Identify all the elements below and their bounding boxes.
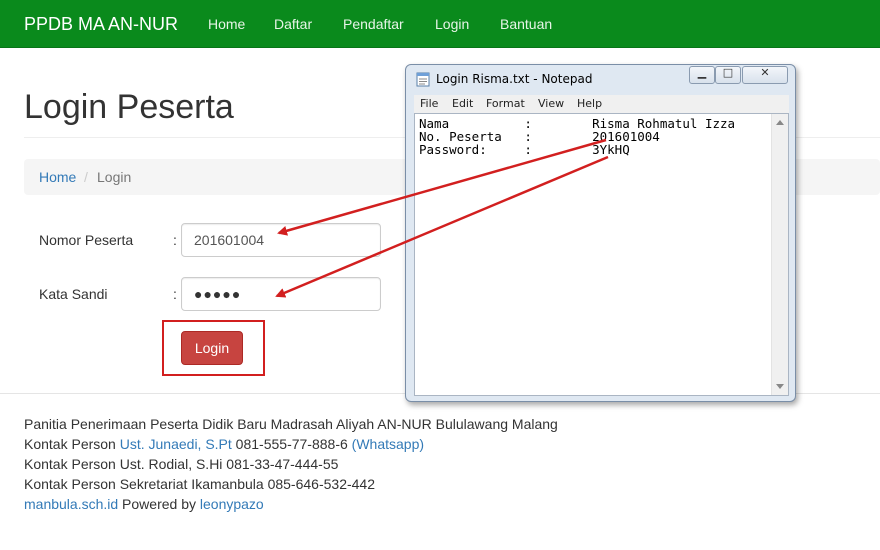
close-button[interactable]: ✕ [742, 66, 788, 84]
footer-contact-1-prefix: Kontak Person [24, 436, 120, 452]
menu-format[interactable]: Format [486, 97, 525, 110]
maximize-icon: □ [722, 66, 734, 79]
powered-by-text: Powered by [118, 496, 200, 512]
breadcrumb-current: Login [97, 169, 132, 185]
nomor-peserta-input[interactable] [181, 223, 381, 257]
nav-item-bantuan[interactable]: Bantuan [500, 16, 552, 32]
notepad-window: Login Risma.txt - Notepad ▁ □ ✕ File Edi… [405, 64, 796, 402]
whatsapp-link[interactable]: (Whatsapp) [352, 436, 424, 452]
notepad-scrollbar[interactable] [771, 114, 788, 395]
footer-credits: manbula.sch.id Powered by leonypazo [24, 496, 264, 512]
notepad-line-password: Password: : 3YkHQ [419, 142, 630, 157]
nomor-peserta-label: Nomor Peserta [39, 232, 134, 248]
nav-item-pendaftar[interactable]: Pendaftar [343, 16, 404, 32]
footer-contact-1-phone: 081-555-77-888-6 [231, 436, 352, 452]
footer-contact-3: Kontak Person Sekretariat Ikamanbula 085… [24, 476, 375, 492]
sandi-colon: : [173, 286, 177, 302]
nav-item-login[interactable]: Login [435, 16, 469, 32]
menu-edit[interactable]: Edit [452, 97, 473, 110]
maximize-button[interactable]: □ [715, 66, 741, 84]
notepad-text-area[interactable]: Nama : Risma Rohmatul Izza No. Peserta :… [414, 113, 789, 396]
menu-help[interactable]: Help [577, 97, 602, 110]
scroll-down-icon[interactable] [776, 384, 784, 389]
menu-view[interactable]: View [538, 97, 564, 110]
footer-contact-1: Kontak Person Ust. Junaedi, S.Pt 081-555… [24, 436, 424, 452]
breadcrumb-separator: / [84, 169, 88, 185]
breadcrumb-home[interactable]: Home [39, 169, 76, 185]
password-mask: ●●●●● [194, 286, 242, 302]
nav-item-home[interactable]: Home [208, 16, 245, 32]
footer-committee: Panitia Penerimaan Peserta Didik Baru Ma… [24, 416, 558, 432]
scroll-up-icon[interactable] [776, 120, 784, 125]
navbar: PPDB MA AN-NUR Home Daftar Pendaftar Log… [0, 0, 880, 48]
notepad-icon [416, 72, 430, 87]
navbar-brand[interactable]: PPDB MA AN-NUR [24, 14, 178, 35]
notepad-title: Login Risma.txt - Notepad [436, 72, 593, 86]
nomor-colon: : [173, 232, 177, 248]
page-title: Login Peserta [24, 88, 234, 126]
close-icon: ✕ [760, 66, 770, 79]
minimize-icon: ▁ [697, 66, 707, 79]
footer-contact-2: Kontak Person Ust. Rodial, S.Hi 081-33-4… [24, 456, 339, 472]
notepad-menubar: File Edit Format View Help [414, 95, 789, 113]
nav-item-daftar[interactable]: Daftar [274, 16, 312, 32]
login-button[interactable]: Login [181, 331, 243, 365]
minimize-button[interactable]: ▁ [689, 66, 715, 84]
kata-sandi-label: Kata Sandi [39, 286, 108, 302]
site-link[interactable]: manbula.sch.id [24, 496, 118, 512]
author-link[interactable]: leonypazo [200, 496, 264, 512]
menu-file[interactable]: File [420, 97, 438, 110]
contact-junaedi-link[interactable]: Ust. Junaedi, S.Pt [120, 436, 232, 452]
